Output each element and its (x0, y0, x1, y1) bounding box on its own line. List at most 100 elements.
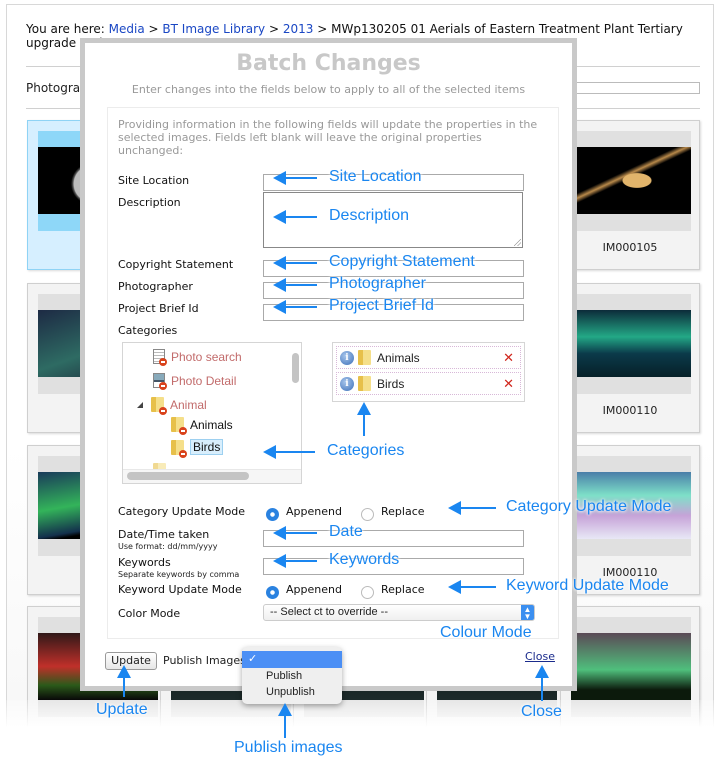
expand-triangle-icon[interactable] (137, 401, 143, 408)
tree-item-animals[interactable]: Animals (171, 417, 233, 435)
annotation-copyright: Copyright Statement (329, 253, 475, 270)
annotation-colour-mode: Colour Mode (440, 624, 532, 641)
keyword-mode-append-label: Appenend (286, 583, 342, 596)
annotation-arrow (535, 665, 549, 701)
annotation-arrow (278, 703, 292, 738)
annotation-category-mode: Category Update Mode (506, 498, 672, 515)
publish-images-label: Publish Images (163, 654, 246, 667)
folder-icon (171, 439, 187, 458)
breadcrumb-link-media[interactable]: Media (109, 22, 145, 36)
breadcrumb-separator: > (268, 22, 280, 36)
tree-item-animal[interactable]: Animal (137, 397, 207, 415)
thumbnail-image (571, 633, 691, 700)
tree-item-photo-detail[interactable]: Photo Detail (153, 373, 237, 390)
annotation-arrow (273, 526, 317, 540)
tree-horizontal-scrollbar[interactable] (127, 472, 249, 480)
breadcrumb-separator: > (317, 22, 328, 36)
gallery-tile[interactable]: IM000105 (560, 120, 700, 270)
batch-changes-dialog: Batch Changes Enter changes into the fie… (80, 38, 577, 691)
annotation-close: Close (521, 703, 562, 720)
description-label: Description (118, 196, 181, 209)
annotation-arrow (273, 300, 317, 314)
category-mode-replace-radio[interactable] (361, 508, 374, 521)
info-icon[interactable]: i (340, 376, 354, 391)
folder-icon (358, 350, 371, 365)
annotation-photographer: Photographer (329, 275, 426, 292)
folder-icon (151, 397, 167, 415)
annotation-arrow (263, 445, 315, 459)
publish-option-publish[interactable]: Publish (242, 668, 342, 685)
selected-category-label: Animals (377, 350, 420, 365)
selected-category-label: Birds (377, 376, 405, 391)
gallery-tile[interactable]: IM000110 (560, 283, 700, 433)
resize-handle[interactable] (514, 239, 521, 246)
breadcrumb-link-library[interactable]: BT Image Library (162, 22, 265, 36)
publish-option-blank[interactable]: ✓ (242, 651, 342, 668)
publish-images-dropdown[interactable]: ✓ Publish Unpublish (242, 647, 342, 704)
gallery-tile[interactable]: IM000110 (560, 445, 700, 595)
tree-vertical-scrollbar[interactable] (292, 353, 299, 383)
check-icon: ✓ (248, 653, 258, 665)
keywords-label: Keywords (118, 556, 171, 569)
form-intro: Providing information in the following f… (118, 118, 538, 157)
breadcrumb-separator: > (148, 22, 159, 36)
category-mode-append-radio[interactable] (266, 508, 279, 521)
annotation-arrow (448, 501, 496, 515)
color-mode-value: -- Select ct to override -- (270, 606, 388, 618)
annotation-arrow (273, 278, 317, 292)
thumbnail-caption: IM000110 (602, 404, 658, 417)
categories-label: Categories (118, 324, 178, 337)
color-mode-select[interactable]: -- Select ct to override -- ▲ ▼ (263, 604, 535, 621)
annotation-arrow (448, 580, 496, 594)
copyright-label: Copyright Statement (118, 258, 234, 271)
annotation-arrow (273, 171, 317, 185)
keyword-mode-append-radio[interactable] (266, 586, 279, 599)
tree-horizontal-scroll-track (123, 469, 301, 483)
thumbnail-image (571, 147, 691, 214)
info-icon[interactable]: i (340, 350, 354, 365)
keyword-mode-replace-label: Replace (381, 583, 425, 596)
annotation-project-brief: Project Brief Id (329, 297, 434, 314)
annotation-arrow (117, 665, 131, 697)
folder-icon (358, 376, 371, 391)
tree-item-label: Birds (190, 439, 224, 455)
annotation-update: Update (96, 701, 148, 718)
breadcrumb-link-year[interactable]: 2013 (283, 22, 314, 36)
annotation-arrow (273, 554, 317, 568)
breadcrumb-prefix: You are here: (26, 22, 105, 36)
tree-item-birds[interactable]: Birds (171, 439, 224, 458)
thumbnail-caption: IM000105 (602, 241, 658, 254)
annotation-arrow (273, 210, 317, 224)
annotation-site-location: Site Location (329, 168, 422, 185)
selected-category-row: i Animals ✕ (336, 346, 521, 369)
photographer-filter-label: Photograp (26, 81, 88, 95)
photographer-filter-input[interactable] (560, 82, 700, 94)
photographer-label: Photographer (118, 280, 193, 293)
remove-icon[interactable]: ✕ (503, 376, 514, 392)
date-hint: Use format: dd/mm/yyyy (118, 542, 218, 551)
tree-item-label: Photo Detail (171, 373, 237, 388)
tree-item-photo-search[interactable]: Photo search (153, 349, 242, 366)
annotation-keywords: Keywords (329, 551, 400, 568)
annotation-arrow (357, 402, 371, 436)
remove-icon[interactable]: ✕ (503, 350, 514, 366)
picture-icon (153, 373, 167, 390)
close-link[interactable]: Close (525, 650, 555, 663)
update-button[interactable]: Update (105, 652, 157, 670)
project-brief-label: Project Brief Id (118, 302, 199, 315)
annotation-date: Date (329, 523, 363, 540)
tree-item-label: Animals (190, 417, 233, 432)
annotation-publish: Publish images (234, 739, 343, 756)
keyword-mode-replace-radio[interactable] (361, 586, 374, 599)
site-location-label: Site Location (118, 174, 190, 187)
category-tree[interactable]: Photo search Photo Detail Animal Animals… (122, 342, 302, 484)
date-label: Date/Time taken (118, 528, 210, 541)
thumbnail-frame (571, 131, 691, 231)
publish-option-unpublish[interactable]: Unpublish (242, 684, 342, 701)
thumbnail-image (571, 310, 691, 377)
document-icon (153, 349, 167, 366)
chevron-updown-icon: ▲ ▼ (521, 605, 534, 621)
thumbnail-frame (571, 294, 691, 394)
keywords-hint: Separate keywords by comma (118, 570, 240, 579)
category-mode-replace-label: Replace (381, 505, 425, 518)
